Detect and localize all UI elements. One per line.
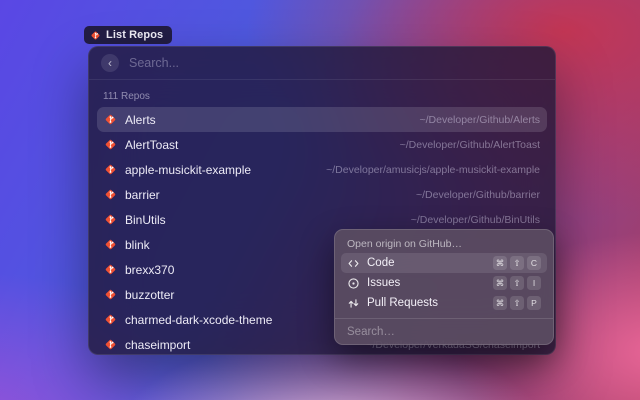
repo-path: ~/Developer/Github/barrier: [416, 189, 540, 201]
git-icon: [104, 188, 117, 201]
issue-icon: [347, 277, 360, 290]
popup-menu-item[interactable]: Pull Requests ⌘ ⇧ P: [341, 293, 547, 313]
git-icon: [104, 338, 117, 351]
repo-row[interactable]: apple-musickit-example ~/Developer/amusi…: [97, 157, 547, 182]
letter-keycap: I: [527, 276, 541, 290]
repo-name: BinUtils: [125, 213, 166, 227]
shift-keycap: ⇧: [510, 276, 524, 290]
git-icon: [104, 288, 117, 301]
git-icon: [104, 138, 117, 151]
repo-name: barrier: [125, 188, 160, 202]
repo-path: ~/Developer/Github/AlertToast: [400, 139, 540, 151]
repo-row[interactable]: AlertToast ~/Developer/Github/AlertToast: [97, 132, 547, 157]
code-icon: [347, 257, 360, 270]
git-icon: [104, 113, 117, 126]
cmd-keycap: ⌘: [493, 256, 507, 270]
command-pill: List Repos: [84, 26, 172, 44]
shortcut-keys: ⌘ ⇧ C: [493, 256, 541, 270]
repo-name: chaseimport: [125, 338, 190, 352]
repo-path: ~/Developer/Github/Alerts: [419, 114, 540, 126]
git-icon: [104, 163, 117, 176]
pull-request-icon: [347, 297, 360, 310]
repo-row[interactable]: Alerts ~/Developer/Github/Alerts: [97, 107, 547, 132]
shortcut-keys: ⌘ ⇧ P: [493, 296, 541, 310]
search-input[interactable]: [129, 56, 543, 70]
repo-name: brexx370: [125, 263, 174, 277]
shortcut-keys: ⌘ ⇧ I: [493, 276, 541, 290]
letter-keycap: C: [527, 256, 541, 270]
popup-item-label: Issues: [367, 277, 400, 289]
desktop-wallpaper: List Repos ‹ 111 Repos Alerts ~/Develope…: [0, 0, 640, 400]
letter-keycap: P: [527, 296, 541, 310]
shift-keycap: ⇧: [510, 256, 524, 270]
repo-name: buzzotter: [125, 288, 174, 302]
shift-keycap: ⇧: [510, 296, 524, 310]
repo-name: apple-musickit-example: [125, 163, 251, 177]
repo-name: blink: [125, 238, 150, 252]
git-icon: [104, 313, 117, 326]
popup-header: Open origin on GitHub…: [335, 230, 553, 253]
git-icon: [104, 238, 117, 251]
git-icon: [104, 263, 117, 276]
back-button[interactable]: ‹: [101, 54, 119, 72]
repo-name: charmed-dark-xcode-theme: [125, 313, 272, 327]
command-pill-label: List Repos: [106, 29, 163, 41]
actions-popup: Open origin on GitHub… Code ⌘ ⇧ C Issues: [334, 229, 554, 345]
repo-row[interactable]: barrier ~/Developer/Github/barrier: [97, 182, 547, 207]
cmd-keycap: ⌘: [493, 296, 507, 310]
popup-menu-item[interactable]: Code ⌘ ⇧ C: [341, 253, 547, 273]
repo-path: ~/Developer/amusicjs/apple-musickit-exam…: [326, 164, 540, 176]
git-icon: [90, 30, 101, 41]
section-header: 111 Repos: [89, 80, 555, 107]
popup-menu: Code ⌘ ⇧ C Issues ⌘ ⇧ I: [335, 253, 553, 313]
repo-name: Alerts: [125, 113, 156, 127]
git-icon: [104, 213, 117, 226]
popup-search-input[interactable]: [347, 326, 541, 338]
popup-menu-item[interactable]: Issues ⌘ ⇧ I: [341, 273, 547, 293]
search-bar: ‹: [89, 47, 555, 80]
popup-item-label: Code: [367, 257, 395, 269]
repo-path: ~/Developer/Github/BinUtils: [411, 214, 540, 226]
repo-name: AlertToast: [125, 138, 178, 152]
cmd-keycap: ⌘: [493, 276, 507, 290]
popup-item-label: Pull Requests: [367, 297, 438, 309]
